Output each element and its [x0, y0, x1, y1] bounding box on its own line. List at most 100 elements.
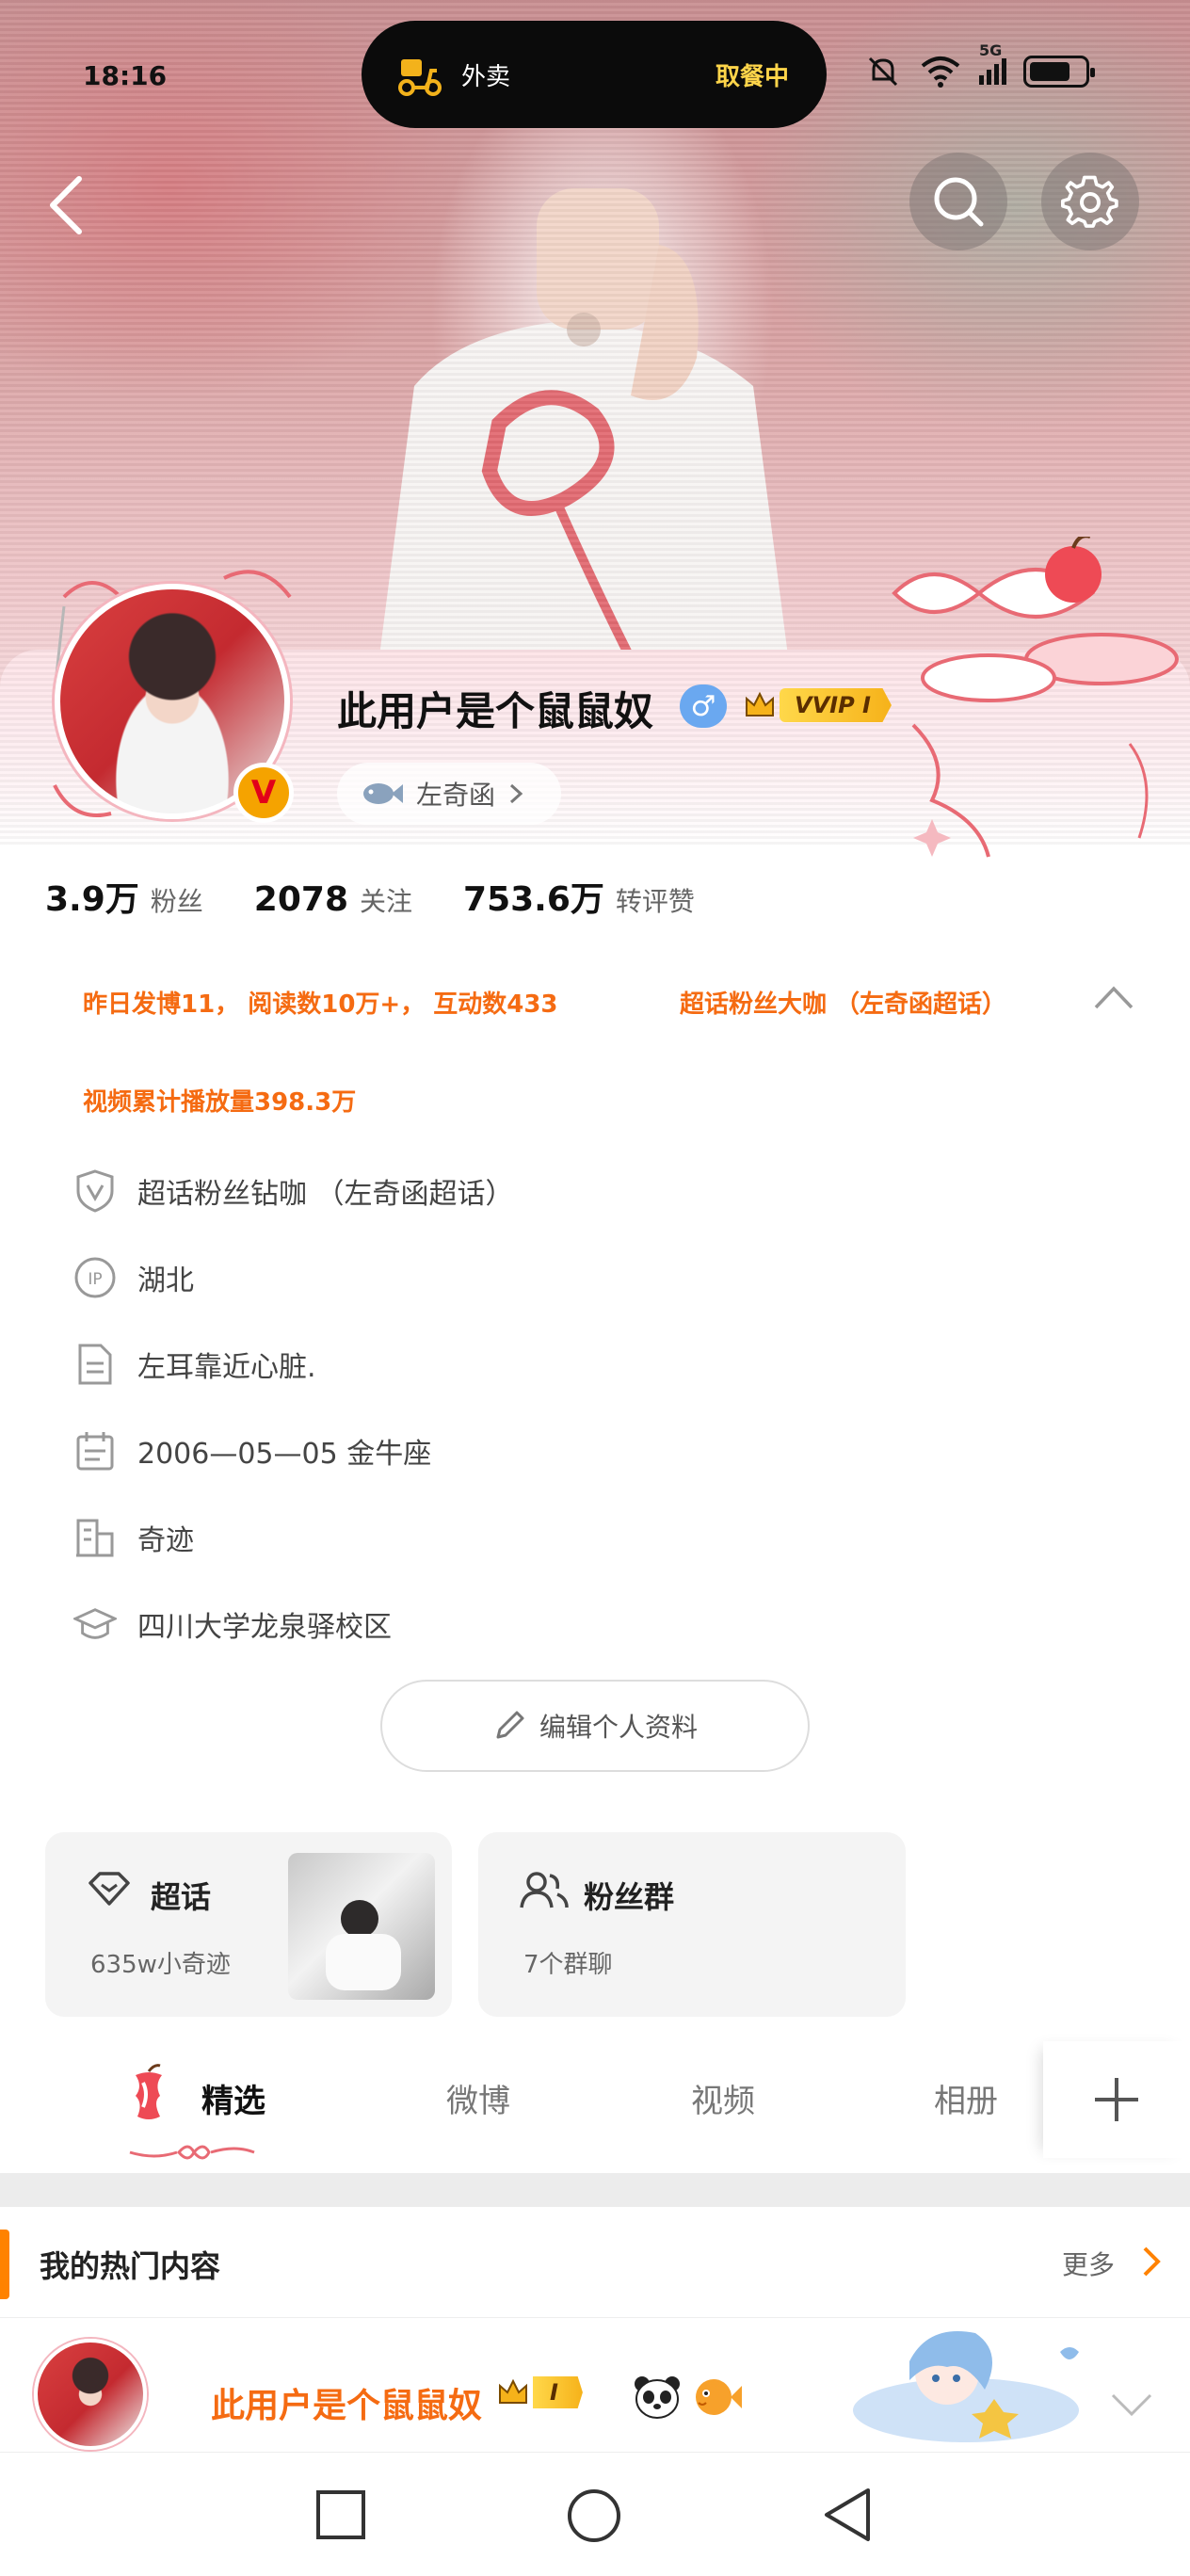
mute-bell-icon	[868, 56, 898, 87]
info-company: 奇迹	[73, 1516, 194, 1559]
search-button[interactable]	[909, 153, 1007, 250]
section-divider	[0, 2173, 1190, 2207]
network-type-label: 5G	[979, 41, 1003, 59]
linked-account-chip[interactable]: 左奇函	[337, 763, 561, 825]
linked-account-name: 左奇函	[416, 780, 496, 811]
post-username: 此用户是个鼠鼠奴	[211, 2387, 483, 2425]
post-vip-badge: I	[497, 2376, 583, 2408]
section-accent-bar	[0, 2230, 9, 2299]
graduation-cap-icon	[73, 1602, 117, 1646]
stat-label: 转评赞	[615, 886, 695, 917]
supertopic-title: 超话	[151, 1879, 212, 1915]
tab-active-indicator	[129, 2145, 255, 2160]
username: 此用户是个鼠鼠奴	[337, 688, 654, 734]
more-link[interactable]: 更多	[1062, 2245, 1115, 2282]
info-text: 超话粉丝钻咖 （左奇函超话）	[137, 1178, 514, 1211]
info-birthday: 2006—05—05 金牛座	[73, 1429, 431, 1473]
fish-icon	[363, 783, 403, 804]
stat-followers[interactable]: 3.9万 粉丝	[45, 872, 203, 921]
apple-core-icon	[122, 2064, 175, 2128]
fan-group-title: 粉丝群	[584, 1879, 675, 1915]
search-icon	[934, 177, 984, 227]
status-icons: 5G	[864, 41, 1095, 90]
stat-value: 753.6万	[463, 880, 604, 919]
info-text: 2006—05—05 金牛座	[137, 1438, 432, 1471]
stat-reposts-likes[interactable]: 753.6万 转评赞	[463, 872, 695, 921]
chevron-right-icon[interactable]	[1141, 2245, 1162, 2278]
chevron-up-icon	[1094, 986, 1134, 1009]
avatar[interactable]: V	[45, 570, 309, 829]
status-time: 18:16	[83, 60, 168, 91]
supertopic-thumbnail	[288, 1853, 435, 2000]
crown-icon	[746, 691, 774, 716]
document-icon	[73, 1343, 117, 1386]
supertopic-subtitle: 635w小奇迹	[90, 1951, 231, 1979]
back-button[interactable]	[38, 168, 94, 243]
company-icon	[73, 1516, 117, 1559]
settings-button[interactable]	[1041, 153, 1139, 250]
hot-content-title: 我的热门内容	[40, 2248, 221, 2284]
cellular-signal-icon: 5G	[979, 41, 1006, 85]
diamond-icon	[88, 1872, 130, 1906]
info-supertopic: 超话粉丝钻咖 （左奇函超话）	[73, 1169, 514, 1213]
stat-value: 3.9万	[45, 880, 139, 919]
calendar-icon	[73, 1429, 117, 1473]
tab-video[interactable]: 视频	[691, 2075, 755, 2121]
fan-group-card[interactable]: 粉丝群 7个群聊	[478, 1832, 906, 2017]
profile-stats: 3.9万 粉丝 2078 关注 753.6万 转评赞	[45, 872, 746, 921]
island-app-label: 外卖	[461, 62, 511, 91]
island-status-label: 取餐中	[715, 62, 789, 91]
plus-icon	[1095, 2078, 1138, 2121]
ip-icon: IP	[73, 1256, 117, 1299]
info-school: 四川大学龙泉驿校区	[73, 1602, 392, 1646]
info-text: 奇迹	[137, 1524, 194, 1557]
wifi-icon	[921, 56, 960, 88]
crown-icon	[499, 2378, 527, 2404]
svg-text:IP: IP	[88, 1270, 102, 1289]
pufferfish-icon	[696, 2379, 742, 2415]
delivery-scooter-icon	[398, 59, 442, 96]
recents-square-icon[interactable]	[314, 2488, 367, 2541]
vvip-badge[interactable]: VVIP I	[744, 685, 892, 725]
back-triangle-icon[interactable]	[821, 2487, 874, 2543]
system-navigation-bar	[0, 2452, 1190, 2576]
collapse-button[interactable]	[1092, 983, 1135, 1015]
verified-badge: V	[233, 763, 294, 823]
hot-content-header: 我的热门内容 更多	[0, 2207, 1190, 2318]
info-text: 湖北	[137, 1264, 194, 1297]
vvip-label: VVIP I	[780, 688, 892, 722]
stat-following[interactable]: 2078 关注	[254, 880, 412, 919]
fan-group-subtitle: 7个群聊	[523, 1951, 613, 1979]
post-vip-label: I	[533, 2376, 583, 2408]
info-text: 四川大学龙泉驿校区	[137, 1611, 392, 1644]
tab-weibo[interactable]: 微博	[446, 2075, 510, 2121]
chevron-left-icon	[50, 176, 82, 234]
info-text: 左耳靠近心脏.	[137, 1351, 316, 1384]
apple-ribbon-decoration	[892, 537, 1179, 858]
tab-featured[interactable]: 精选	[201, 2075, 265, 2121]
cover-photo-figure	[377, 188, 791, 678]
panda-icon	[635, 2376, 680, 2419]
chevron-down-icon[interactable]	[1109, 2391, 1154, 2418]
edit-profile-button[interactable]: 编辑个人资料	[380, 1680, 810, 1772]
stat-value: 2078	[253, 880, 348, 919]
edit-profile-label: 编辑个人资料	[539, 1712, 698, 1743]
stat-label: 关注	[360, 886, 413, 917]
home-circle-icon[interactable]	[565, 2487, 623, 2545]
activity-summary: 昨日发博11， 阅读数10万+， 互动数433	[83, 990, 558, 1019]
info-bio: 左耳靠近心脏.	[73, 1343, 316, 1386]
supertopic-card[interactable]: 超话 635w小奇迹	[45, 1832, 452, 2017]
supertopic-rank[interactable]: 超话粉丝大咖 （左奇函超话）	[680, 985, 1006, 1020]
info-ip-location: IP 湖北	[73, 1256, 194, 1299]
group-users-icon	[520, 1872, 569, 1908]
dynamic-island-delivery[interactable]: 外卖 取餐中	[362, 21, 827, 128]
video-plays: 视频累计播放量398.3万	[83, 1088, 357, 1117]
gear-icon	[1061, 175, 1118, 228]
anime-sticker-decoration	[853, 2331, 1079, 2442]
battery-icon	[1023, 56, 1095, 88]
tab-album[interactable]: 相册	[934, 2075, 998, 2121]
add-tab-button[interactable]	[1043, 2041, 1190, 2158]
stat-label: 粉丝	[150, 886, 203, 917]
pencil-icon	[496, 1711, 524, 1739]
gender-male-icon: ♂	[680, 684, 727, 728]
